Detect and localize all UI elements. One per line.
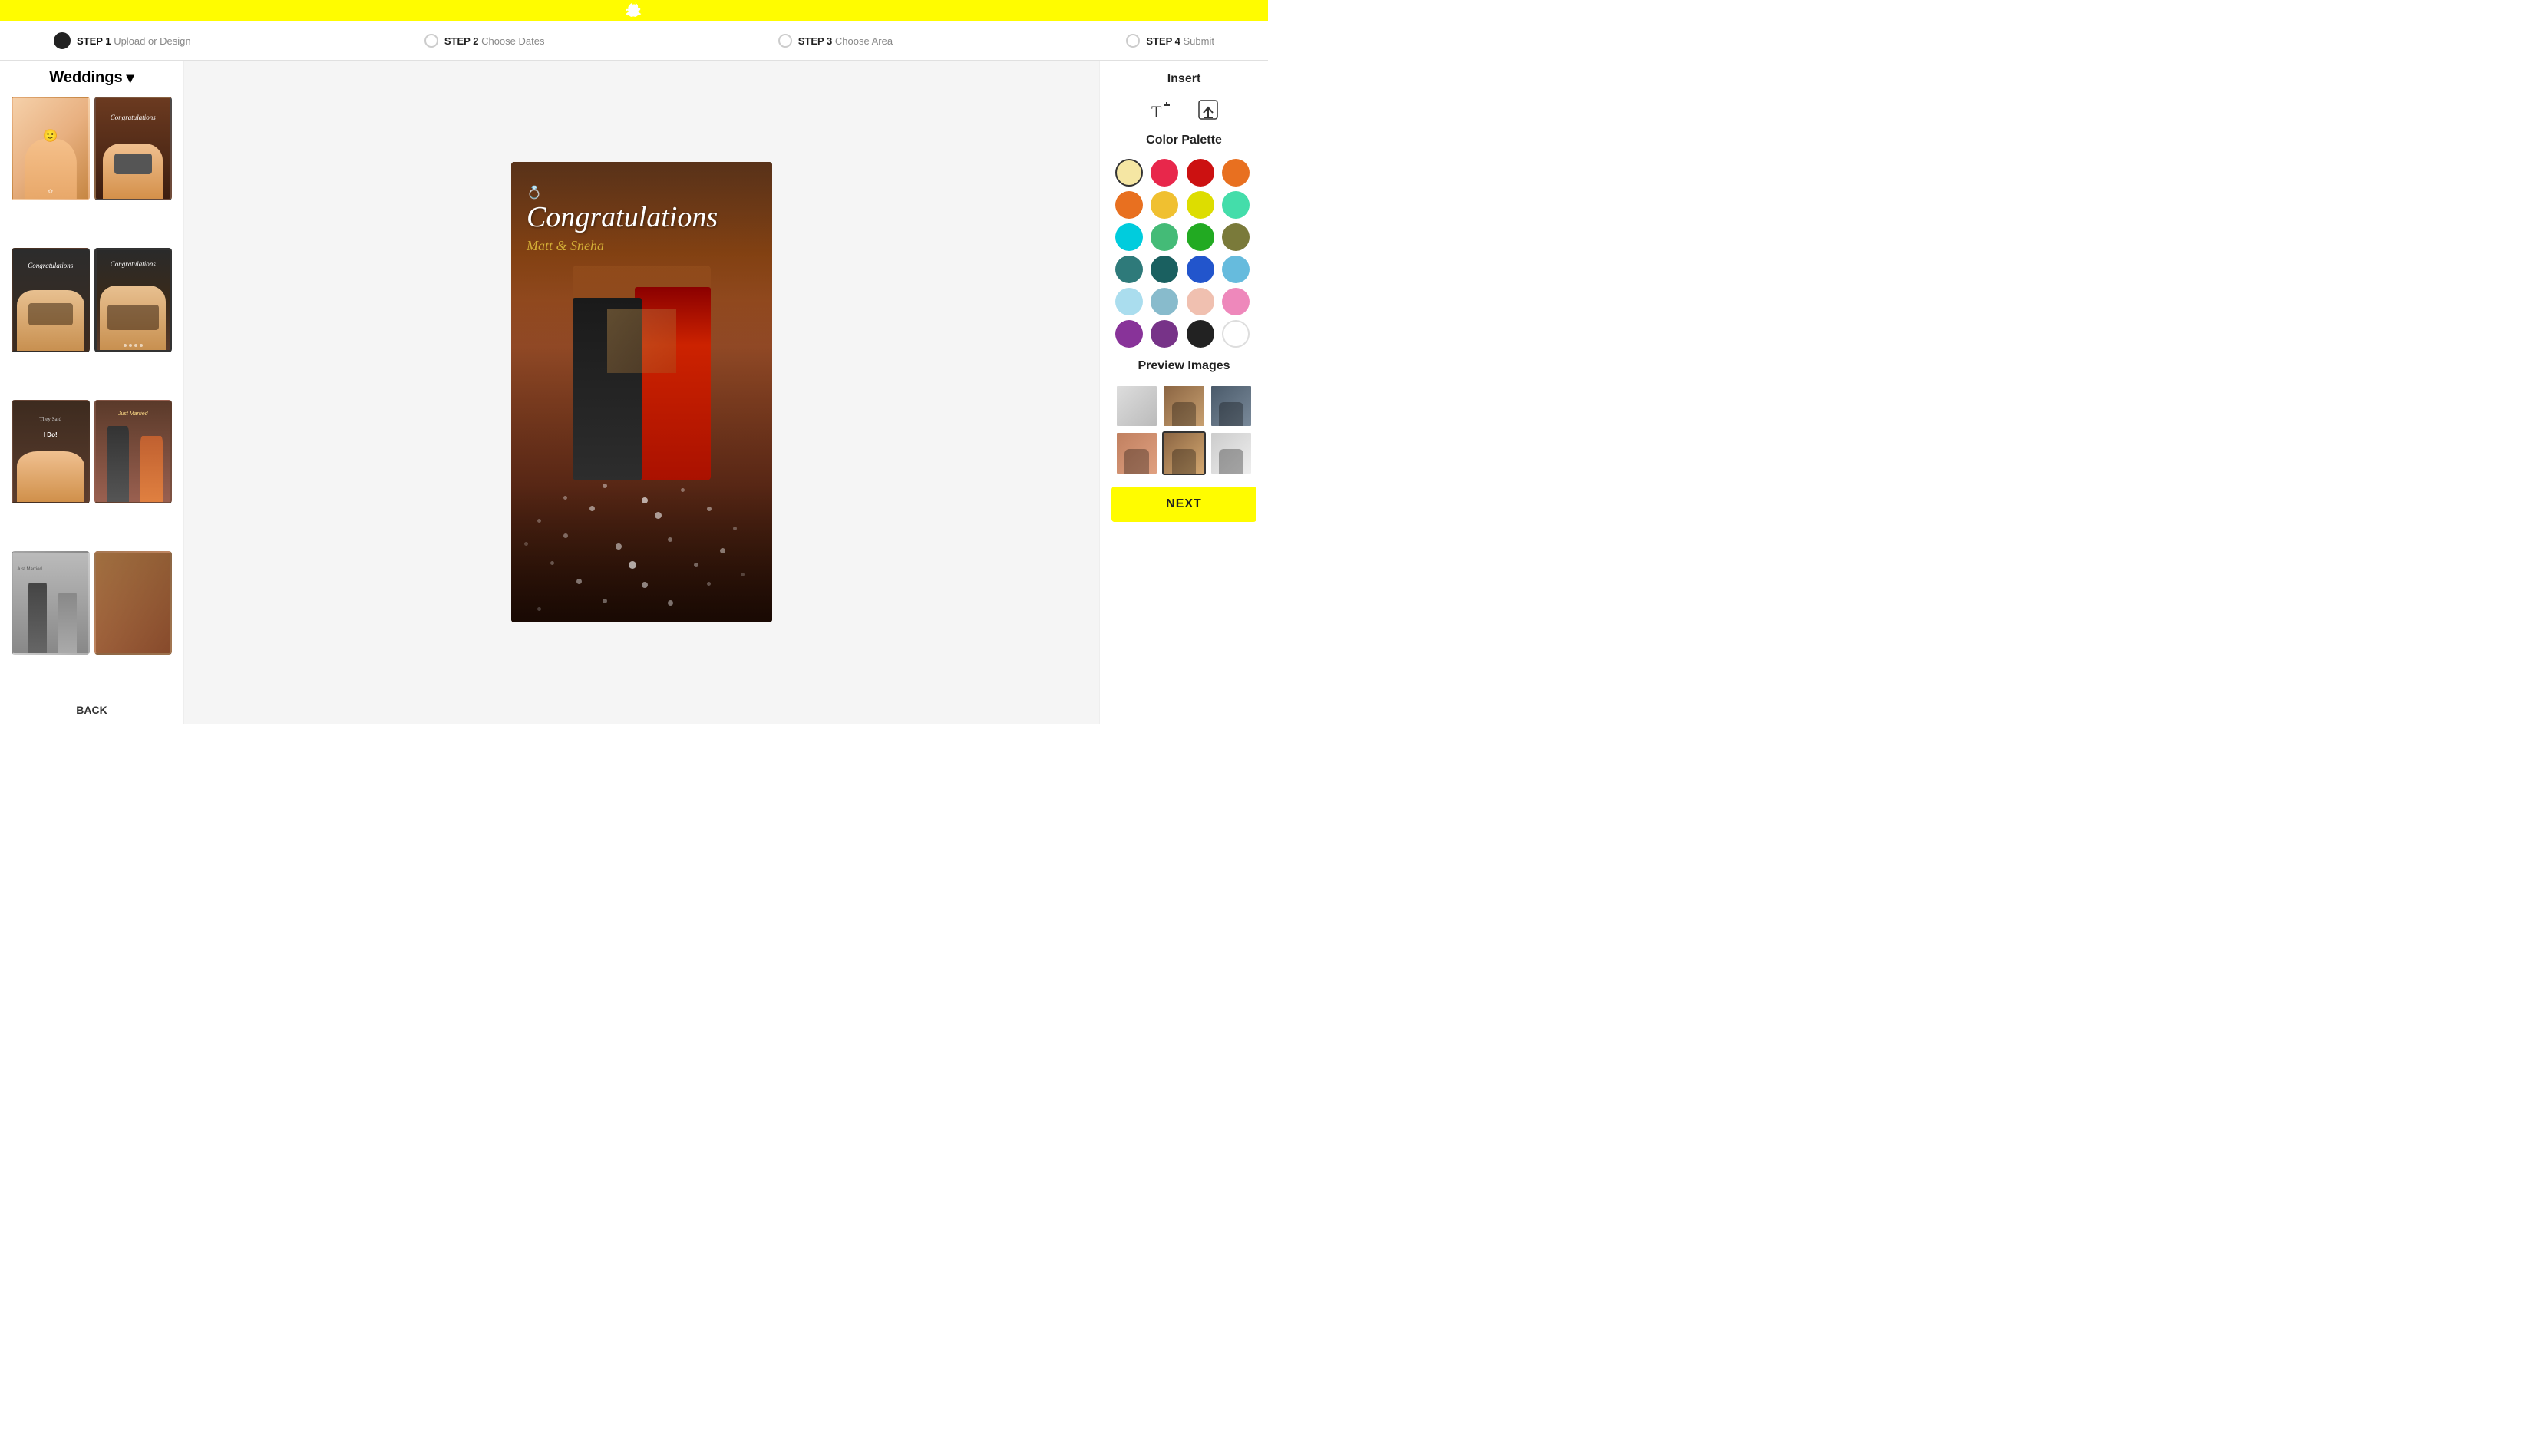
template-thumb[interactable]: They Said I Do! xyxy=(12,400,90,503)
color-swatch[interactable] xyxy=(1115,223,1143,251)
preview-image-thumb[interactable] xyxy=(1115,385,1158,428)
preview-image-thumb[interactable] xyxy=(1162,385,1205,428)
template-thumb[interactable]: Just Married xyxy=(94,400,173,503)
color-swatch[interactable] xyxy=(1187,159,1214,187)
step-2-item[interactable]: STEP 2 Choose Dates xyxy=(417,34,553,48)
template-thumb[interactable]: Congratulations xyxy=(12,248,90,352)
template-thumb[interactable]: Just Married xyxy=(12,551,90,655)
step-1-circle xyxy=(54,32,71,49)
color-swatch[interactable] xyxy=(1187,223,1214,251)
back-button[interactable]: BACK xyxy=(76,704,107,716)
snapchat-logo-icon xyxy=(626,2,642,19)
preview-background: 💍 Congratulations Matt & Sneha xyxy=(511,162,772,622)
category-dropdown-icon: ▾ xyxy=(127,68,134,87)
left-panel: Weddings ▾ 🙂 ✿ Congratulations xyxy=(0,61,184,724)
insert-text-button[interactable]: T xyxy=(1148,97,1173,122)
color-swatch[interactable] xyxy=(1115,320,1143,348)
color-swatch[interactable] xyxy=(1151,288,1178,315)
preview-images-title: Preview Images xyxy=(1111,359,1256,373)
color-swatch[interactable] xyxy=(1187,320,1214,348)
svg-text:T: T xyxy=(1151,102,1162,121)
color-swatch[interactable] xyxy=(1187,256,1214,283)
color-swatch[interactable] xyxy=(1115,191,1143,219)
color-swatch[interactable] xyxy=(1222,159,1250,187)
color-palette-title: Color Palette xyxy=(1111,134,1256,147)
preview-image-thumb[interactable] xyxy=(1210,385,1253,428)
step-4-item[interactable]: STEP 4 Submit xyxy=(1118,34,1222,48)
names-text: Matt & Sneha xyxy=(527,238,757,254)
step-1-label: STEP 1 Upload or Design xyxy=(77,35,191,47)
color-swatch[interactable] xyxy=(1115,256,1143,283)
right-panel: Insert T Color Palette xyxy=(1099,61,1268,724)
template-grid: 🙂 ✿ Congratulations Congratu xyxy=(12,97,172,698)
category-label: Weddings xyxy=(49,69,122,87)
step-3-item[interactable]: STEP 3 Choose Area xyxy=(771,34,900,48)
step-2-circle xyxy=(424,34,438,48)
color-swatch[interactable] xyxy=(1151,256,1178,283)
step-3-label: STEP 3 Choose Area xyxy=(798,35,893,47)
next-button[interactable]: NEXT xyxy=(1111,487,1256,522)
insert-section-title: Insert xyxy=(1111,72,1256,86)
step-4-circle xyxy=(1126,34,1140,48)
center-panel: 💍 Congratulations Matt & Sneha xyxy=(184,61,1099,724)
color-palette-grid xyxy=(1111,159,1256,348)
preview-image-thumb[interactable] xyxy=(1115,431,1158,474)
preview-image-thumb[interactable] xyxy=(1210,431,1253,474)
color-swatch[interactable] xyxy=(1222,223,1250,251)
insert-upload-button[interactable] xyxy=(1196,97,1220,122)
color-swatch[interactable] xyxy=(1187,191,1214,219)
congrats-text: Congratulations xyxy=(527,202,757,234)
progress-bar: STEP 1 Upload or Design STEP 2 Choose Da… xyxy=(0,21,1268,61)
upload-icon xyxy=(1196,97,1220,122)
template-thumb[interactable]: Congratulations xyxy=(94,248,173,352)
template-thumb[interactable] xyxy=(94,551,173,655)
color-swatch[interactable] xyxy=(1115,159,1143,187)
color-swatch[interactable] xyxy=(1222,320,1250,348)
color-swatch[interactable] xyxy=(1151,223,1178,251)
insert-icons-row: T xyxy=(1111,97,1256,122)
color-swatch[interactable] xyxy=(1151,191,1178,219)
step-1-item[interactable]: STEP 1 Upload or Design xyxy=(46,32,199,49)
preview-images-grid xyxy=(1111,385,1256,475)
color-swatch[interactable] xyxy=(1222,288,1250,315)
main-content: Weddings ▾ 🙂 ✿ Congratulations xyxy=(0,61,1268,724)
preview-image-thumb[interactable] xyxy=(1162,431,1205,474)
template-thumb[interactable]: Congratulations xyxy=(94,97,173,200)
step-2-label: STEP 2 Choose Dates xyxy=(444,35,545,47)
category-dropdown[interactable]: Weddings ▾ xyxy=(49,68,134,87)
step-4-label: STEP 4 Submit xyxy=(1146,35,1214,47)
text-icon: T xyxy=(1148,97,1173,122)
dots-decoration xyxy=(511,469,772,622)
step-3-circle xyxy=(778,34,792,48)
preview-overlay-text: 💍 Congratulations Matt & Sneha xyxy=(527,185,757,254)
color-swatch[interactable] xyxy=(1222,191,1250,219)
color-swatch[interactable] xyxy=(1151,159,1178,187)
color-swatch[interactable] xyxy=(1222,256,1250,283)
color-swatch[interactable] xyxy=(1151,320,1178,348)
color-swatch[interactable] xyxy=(1115,288,1143,315)
template-thumb[interactable]: 🙂 ✿ xyxy=(12,97,90,200)
preview-frame: 💍 Congratulations Matt & Sneha xyxy=(511,162,772,622)
top-bar xyxy=(0,0,1268,21)
color-swatch[interactable] xyxy=(1187,288,1214,315)
